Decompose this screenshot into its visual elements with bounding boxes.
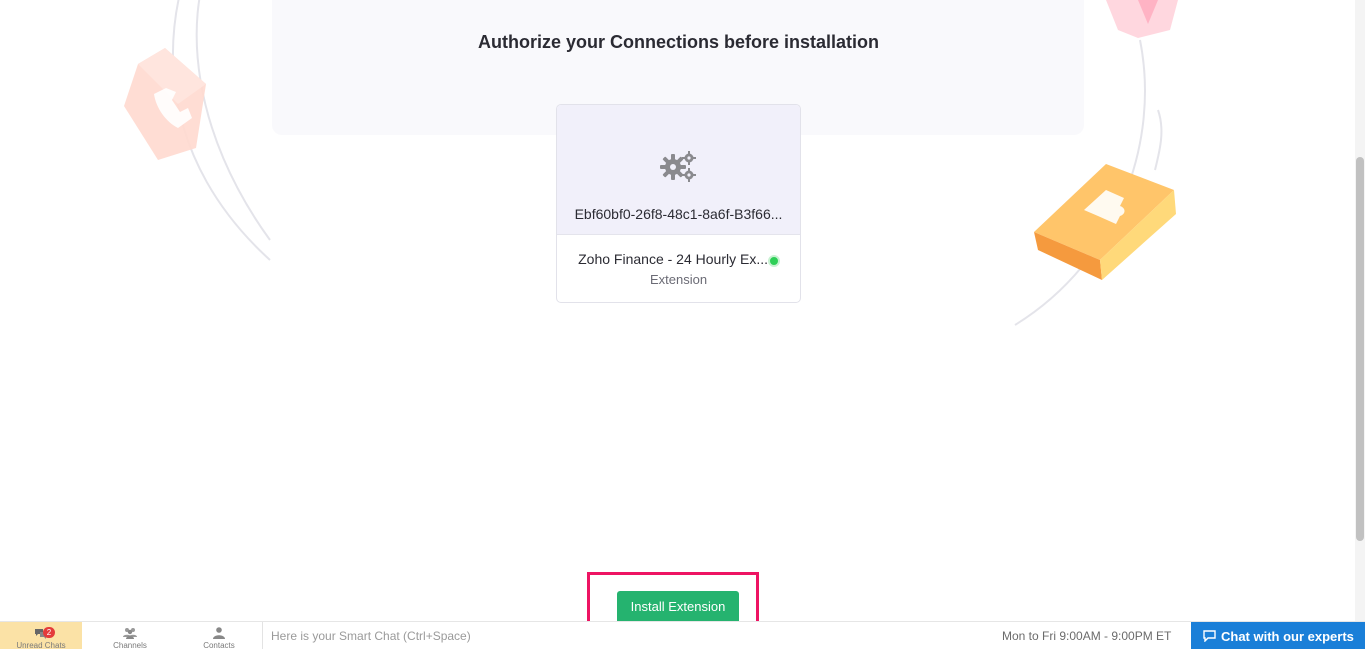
connection-id: Ebf60bf0-26f8-48c1-8a6f-B3f66... <box>574 206 783 222</box>
support-hours: Mon to Fri 9:00AM - 9:00PM ET <box>1002 629 1172 643</box>
bottom-bar-divider <box>262 622 263 649</box>
tab-channels[interactable]: Channels <box>87 622 173 649</box>
tab-unread-chats[interactable]: 2 Unread Chats <box>0 622 82 649</box>
person-icon <box>213 627 225 639</box>
scrollbar-thumb[interactable] <box>1356 157 1364 541</box>
extension-box-icon <box>1034 164 1176 280</box>
connection-card-header: Ebf60bf0-26f8-48c1-8a6f-B3f66... <box>557 105 800 235</box>
connection-card[interactable]: Ebf60bf0-26f8-48c1-8a6f-B3f66... Zoho Fi… <box>556 104 801 303</box>
connected-status-icon <box>768 255 780 267</box>
vertical-scrollbar[interactable] <box>1355 0 1365 621</box>
chat-with-experts-label: Chat with our experts <box>1221 629 1354 644</box>
connection-card-body: Zoho Finance - 24 Hourly Ex... Extension <box>557 235 800 302</box>
tab-unread-chats-label: Unread Chats <box>16 641 66 649</box>
gears-icon <box>660 151 696 182</box>
page: Authorize your Connections before instal… <box>0 0 1365 649</box>
smart-chat-input[interactable]: Here is your Smart Chat (Ctrl+Space) <box>271 629 471 643</box>
unread-count-badge: 2 <box>43 627 55 638</box>
tab-channels-label: Channels <box>113 641 147 649</box>
extension-name: Zoho Finance - 24 Hourly Ex... <box>578 251 768 267</box>
tab-contacts-label: Contacts <box>203 641 235 649</box>
chat-bubble-icon <box>1203 630 1216 642</box>
chat-with-experts-button[interactable]: Chat with our experts <box>1191 622 1365 649</box>
page-title: Authorize your Connections before instal… <box>477 32 880 52</box>
bottom-chat-bar: 2 Unread Chats Channels Contacts Here is… <box>0 621 1365 649</box>
phone-tile-icon <box>124 48 206 160</box>
extension-type: Extension <box>649 272 708 287</box>
users-group-icon <box>123 628 137 639</box>
tab-contacts[interactable]: Contacts <box>176 622 262 649</box>
install-extension-button[interactable]: Install Extension <box>617 591 739 621</box>
